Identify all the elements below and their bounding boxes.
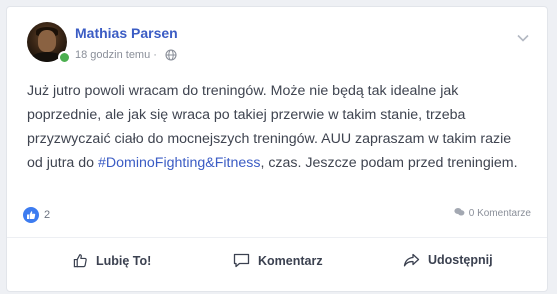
avatar-face (38, 30, 56, 52)
post-card: Mathias Parsen 18 godzin temu · Już jutr… (6, 6, 548, 292)
comments-count-label: 0 Komentarze (468, 208, 531, 219)
speech-bubble-icon (454, 207, 465, 220)
time-separator: · (153, 49, 157, 61)
like-button[interactable]: Lubię To! (73, 253, 151, 268)
speech-bubble-icon (233, 253, 250, 268)
thumbs-up-icon (23, 207, 39, 223)
post-text-part: , czas. Jeszcze podam przed treningiem. (260, 155, 518, 171)
like-count: 2 (44, 209, 51, 221)
share-button[interactable]: Udostępnij (403, 253, 493, 267)
chevron-down-icon[interactable] (517, 29, 529, 47)
share-button-label: Udostępnij (428, 253, 493, 267)
online-status-indicator (58, 51, 71, 64)
thumbs-up-icon (73, 253, 88, 268)
author-name[interactable]: Mathias Parsen (75, 25, 178, 41)
post-actions: Lubię To! Komentarz Udostępnij (7, 253, 547, 277)
post-time[interactable]: 18 godzin temu · (75, 49, 157, 61)
post-text: Już jutro powoli wracam do treningów. Mo… (27, 79, 527, 175)
share-arrow-icon (403, 253, 420, 267)
like-summary[interactable]: 2 (23, 207, 50, 223)
divider (7, 237, 547, 238)
post-time-text: 18 godzin temu (75, 49, 151, 61)
comment-button-label: Komentarz (258, 253, 323, 268)
comments-count[interactable]: 0 Komentarze (454, 207, 531, 220)
comment-button[interactable]: Komentarz (233, 253, 323, 268)
hashtag-link[interactable]: #DominoFighting&Fitness (98, 155, 260, 171)
like-button-label: Lubię To! (96, 253, 152, 268)
post-meta: 18 godzin temu · (75, 49, 177, 61)
globe-icon (165, 49, 177, 61)
